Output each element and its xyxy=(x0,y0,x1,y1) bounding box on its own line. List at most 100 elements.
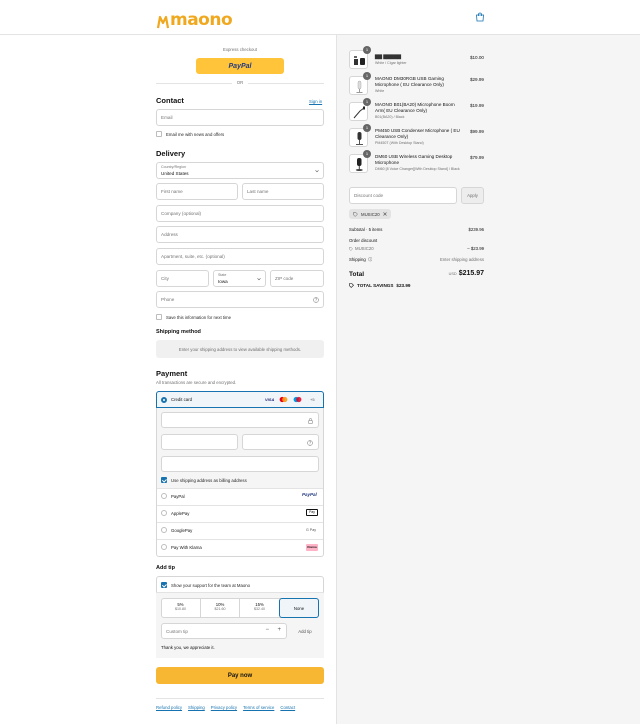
maono-logo-icon xyxy=(157,15,169,29)
help-circle-icon[interactable]: ? xyxy=(307,440,313,446)
applepay-radio[interactable] xyxy=(161,510,167,516)
tip-option-none[interactable]: None xyxy=(279,598,319,618)
paypal-radio[interactable] xyxy=(161,493,167,499)
chevron-down-icon xyxy=(315,170,319,173)
cart-item: MAONO DM30RGB USB Gaming Microphone ( EU… xyxy=(375,76,463,93)
shipping-row: Shipping ? xyxy=(349,257,373,262)
payment-option-klarna[interactable]: Pay With Klarna xyxy=(161,544,202,550)
product-thumbnail: 1 xyxy=(349,72,371,95)
add-tip-button[interactable]: Add tip xyxy=(291,623,319,639)
company-field[interactable]: Company (optional) xyxy=(156,205,324,222)
payment-option-applepay[interactable]: ApplePay xyxy=(161,510,189,516)
product-thumbnail: 1 xyxy=(349,98,371,121)
credit-card-label: Credit card xyxy=(171,397,193,402)
save-info-option[interactable]: Save this information for next time xyxy=(156,314,231,320)
total-label: Total xyxy=(349,271,365,278)
item-variant: White / Cigar lighter xyxy=(375,60,407,65)
credit-card-radio[interactable] xyxy=(161,397,167,403)
divider xyxy=(156,698,324,699)
increment-icon[interactable]: + xyxy=(277,627,281,633)
shopping-bag-icon[interactable] xyxy=(475,12,485,22)
item-price: $10.00 xyxy=(469,55,484,60)
quantity-badge: 1 xyxy=(363,98,371,106)
payment-option-label: GooglePay xyxy=(171,527,193,533)
item-variant: DM60 [8 Voice Changer][With Desktop Stan… xyxy=(375,166,460,171)
divider xyxy=(157,522,323,523)
help-circle-icon[interactable]: ? xyxy=(367,257,373,262)
product-thumbnail: 1 xyxy=(349,124,371,147)
apply-discount-button[interactable]: Apply xyxy=(461,187,484,204)
cart-item: PM450 USB Condenser Microphone ( EU Clea… xyxy=(375,128,463,145)
newsletter-checkbox[interactable] xyxy=(156,131,162,137)
total-amount: USD $215.97 xyxy=(449,270,484,277)
pay-now-button[interactable]: Pay now xyxy=(156,667,324,684)
product-image xyxy=(355,158,363,171)
paypal-icon: PayPal xyxy=(302,492,317,497)
shipping-label: Shipping xyxy=(349,257,366,262)
country-select[interactable]: Country/Region United States xyxy=(156,162,324,179)
footer-link-terms[interactable]: Terms of service xyxy=(243,705,274,710)
payment-option-paypal[interactable]: PayPal xyxy=(161,493,185,499)
decrement-icon[interactable]: − xyxy=(265,627,269,633)
name-on-card-field[interactable] xyxy=(161,456,319,472)
billing-same-checkbox[interactable] xyxy=(161,477,167,483)
credit-card-option[interactable]: Credit card VISA +5 xyxy=(156,391,324,408)
quantity-badge: 1 xyxy=(363,72,371,80)
googlepay-radio[interactable] xyxy=(161,527,167,533)
tip-support-label: Show your support for the team at Maono xyxy=(171,582,251,588)
newsletter-option[interactable]: Email me with news and offers xyxy=(156,131,224,137)
billing-same-option[interactable]: Use shipping address as billing address xyxy=(161,477,247,483)
discount-code-label: MUSIC20 xyxy=(355,246,374,251)
save-info-checkbox[interactable] xyxy=(156,314,162,320)
tip-option[interactable]: 15% $32.40 xyxy=(240,598,279,618)
close-icon[interactable] xyxy=(382,212,387,216)
express-checkout-label: Express checkout xyxy=(223,47,257,52)
klarna-radio[interactable] xyxy=(161,544,167,550)
address-field[interactable]: Address xyxy=(156,226,324,243)
footer-link-shipping[interactable]: Shipping xyxy=(188,705,205,710)
item-variant: B01(BA20) / Black xyxy=(375,114,405,119)
contact-title: Contact xyxy=(156,96,184,105)
payment-option-googlepay[interactable]: GooglePay xyxy=(161,527,192,533)
state-select[interactable]: State Iowa xyxy=(213,270,266,287)
product-image xyxy=(356,80,363,93)
footer-link-contact[interactable]: Contact xyxy=(280,705,295,710)
shipping-method-notice: Enter your shipping address to view avai… xyxy=(156,340,324,358)
brand-logo[interactable]: maono xyxy=(157,7,233,30)
email-field[interactable]: Email xyxy=(156,109,324,126)
expiration-field[interactable] xyxy=(161,434,238,450)
total-savings: TOTAL SAVINGS $23.99 xyxy=(349,283,410,288)
product-image xyxy=(356,132,363,145)
tip-amount: $10.80 xyxy=(175,607,186,611)
sign-in-link[interactable]: Sign in xyxy=(309,99,322,104)
help-circle-icon[interactable]: ? xyxy=(313,297,319,303)
brand-name: maono xyxy=(170,10,233,30)
last-name-field[interactable]: Last name xyxy=(242,183,324,200)
item-name: DM60 USB Wireless Gaming Desktop Microph… xyxy=(375,154,453,165)
security-code-field[interactable]: ? xyxy=(242,434,319,450)
payment-option-label: PayPal xyxy=(171,493,185,499)
first-name-field[interactable]: First name xyxy=(156,183,238,200)
discount-code-field[interactable]: Discount code xyxy=(349,187,457,204)
paypal-express-button[interactable]: PayPal xyxy=(196,58,284,74)
zip-field[interactable]: ZIP code xyxy=(270,270,324,287)
card-number-field[interactable] xyxy=(161,412,319,428)
city-field[interactable]: City xyxy=(156,270,209,287)
item-name: ▇▇ ▇▇▇▇▇ xyxy=(375,54,402,59)
tip-option[interactable]: 5% $10.80 xyxy=(161,598,201,618)
product-image xyxy=(354,56,365,65)
footer-link-privacy[interactable]: Privacy policy xyxy=(211,705,237,710)
tip-support-option[interactable]: Show your support for the team at Maono xyxy=(161,582,250,588)
custom-tip-field[interactable]: Custom tip − + xyxy=(161,623,287,639)
total-value: $215.97 xyxy=(458,270,484,277)
apartment-field[interactable]: Apartment, suite, etc. (optional) xyxy=(156,248,324,265)
tag-icon xyxy=(349,246,353,251)
tip-option[interactable]: 10% $21.60 xyxy=(201,598,240,618)
footer-link-refund[interactable]: Refund policy xyxy=(156,705,182,710)
savings-value: $23.99 xyxy=(396,283,411,288)
tip-support-checkbox[interactable] xyxy=(161,582,167,588)
chevron-down-icon xyxy=(257,278,261,281)
tip-percent: None xyxy=(293,605,305,611)
tip-amount: $32.40 xyxy=(254,607,265,611)
phone-field[interactable]: Phone ? xyxy=(156,291,324,308)
